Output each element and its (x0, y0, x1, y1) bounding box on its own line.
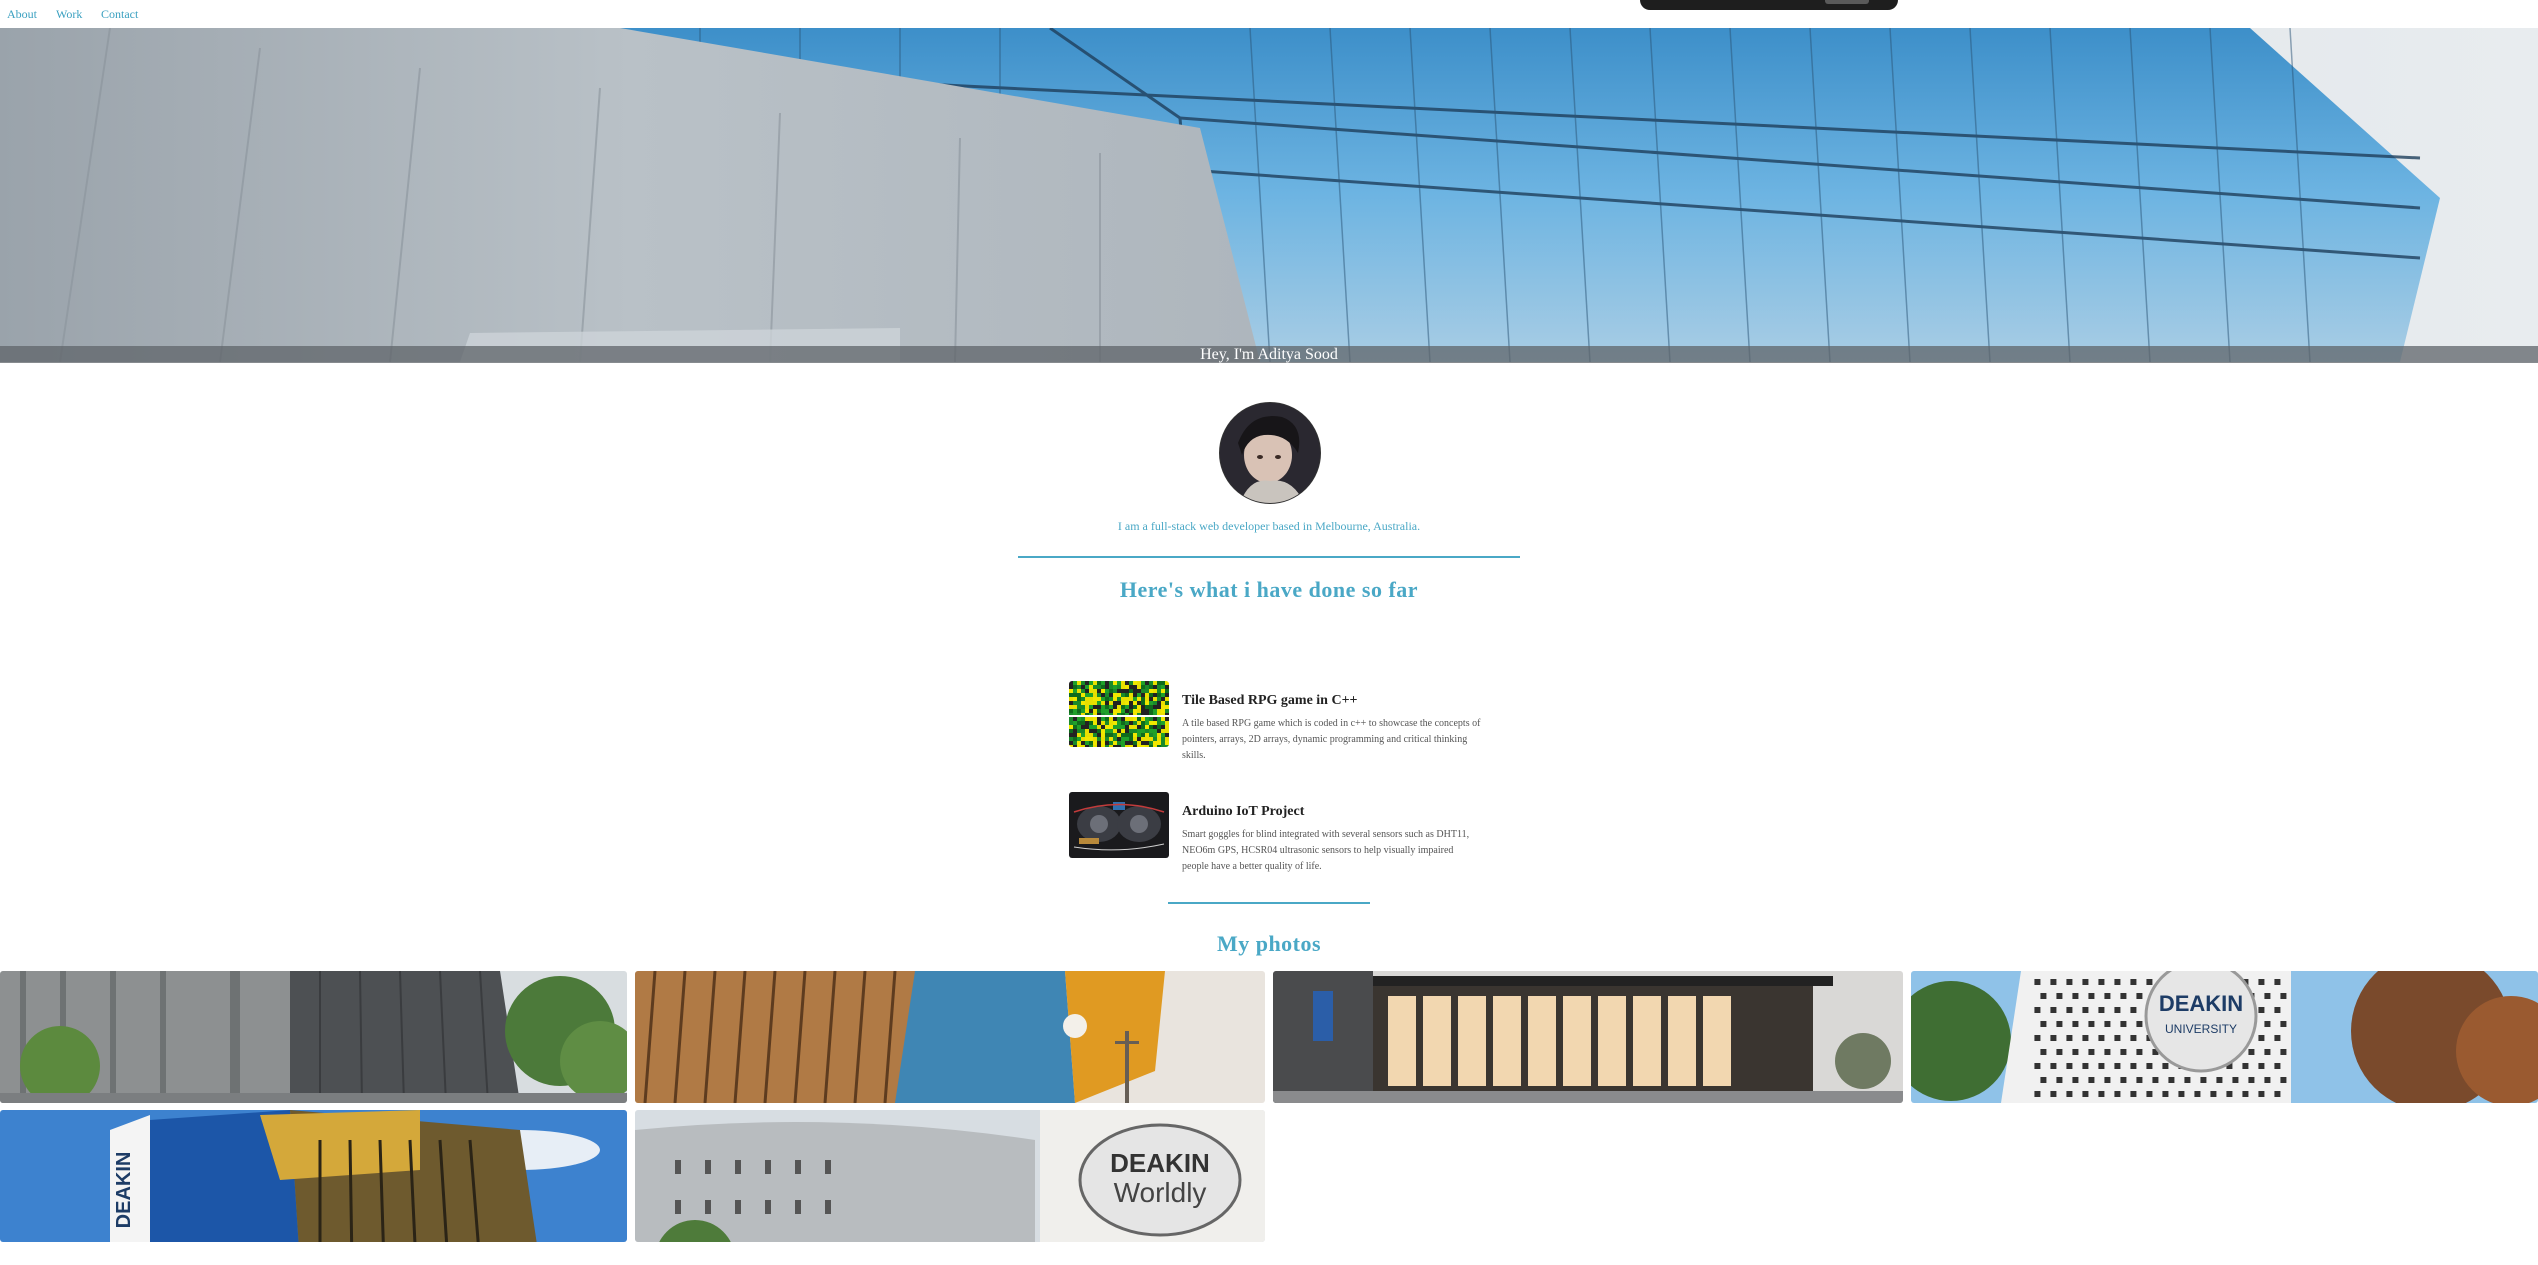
photo-building-grey[interactable] (0, 971, 627, 1103)
profile-avatar (1219, 402, 1321, 504)
project-thumbnail (1069, 681, 1169, 747)
deakin-sign-subtext: UNIVERSITY (2165, 1022, 2237, 1036)
deakin-tower-text: DEAKIN (113, 1152, 135, 1229)
hero-banner-image (0, 28, 2538, 362)
photo-glass-pavilion[interactable] (1273, 971, 1903, 1103)
nav-link-about[interactable]: About (7, 7, 37, 22)
photo-deakin-tower[interactable]: DEAKIN (0, 1110, 627, 1242)
deakin-sign-text: DEAKIN (2159, 991, 2243, 1016)
photo-deakin-worldly-sign[interactable]: DEAKIN Worldly (635, 1110, 1265, 1242)
photos-section-title: My photos (1216, 931, 1322, 956)
project-title: Arduino IoT Project (1182, 804, 1305, 819)
deakin-worldly-sign-subtext: Worldly (1114, 1177, 1207, 1208)
project-title: Tile Based RPG game in C++ (1182, 693, 1358, 708)
hero-caption: Hey, I'm Aditya Sood (0, 346, 2538, 363)
profile-bio: I am a full-stack web developer based in… (1117, 519, 1421, 533)
nav-link-contact[interactable]: Contact (101, 7, 138, 22)
divider (1168, 902, 1370, 904)
project-description: A tile based RPG game which is coded in … (1182, 718, 1481, 761)
work-section-title: Here's what i have done so far (1119, 577, 1419, 602)
divider (1018, 556, 1520, 558)
nav-link-work[interactable]: Work (56, 7, 82, 22)
top-nav: About Work Contact (0, 0, 2538, 28)
deakin-worldly-sign-text: DEAKIN (1110, 1148, 1210, 1178)
photo-building-orange[interactable] (635, 971, 1265, 1103)
photo-deakin-university-sign[interactable]: DEAKIN UNIVERSITY (1911, 971, 2538, 1103)
project-description: Smart goggles for blind integrated with … (1182, 829, 1470, 872)
browser-overlay-tab (1640, 0, 1898, 10)
project-thumbnail (1069, 792, 1169, 858)
